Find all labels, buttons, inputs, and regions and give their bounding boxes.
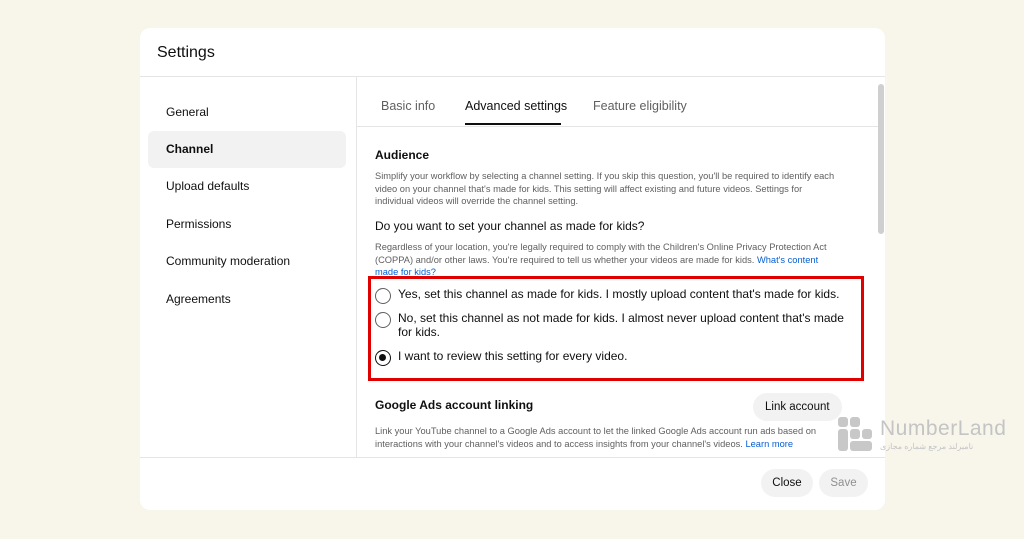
- google-ads-description: Link your YouTube channel to a Google Ad…: [375, 425, 840, 450]
- coppa-description: Regardless of your location, you're lega…: [375, 241, 840, 279]
- sidebar: General Channel Upload defaults Permissi…: [140, 77, 356, 457]
- watermark-brand: NumberLand: [880, 417, 1007, 440]
- sidebar-item-community-moderation[interactable]: Community moderation: [148, 243, 346, 280]
- dialog-title: Settings: [157, 44, 215, 61]
- learn-more-link[interactable]: Learn more: [745, 439, 793, 449]
- sidebar-item-upload-defaults[interactable]: Upload defaults: [148, 168, 346, 205]
- watermark-tagline: نامبرلند مرجع شماره مجازی: [880, 442, 974, 451]
- footer-divider: [140, 457, 885, 458]
- radio-label: Yes, set this channel as made for kids. …: [398, 287, 840, 301]
- sidebar-item-general[interactable]: General: [148, 94, 346, 131]
- sidebar-item-agreements[interactable]: Agreements: [148, 281, 346, 318]
- radio-option-yes[interactable]: Yes, set this channel as made for kids. …: [375, 287, 855, 304]
- tab-bar: Basic info Advanced settings Feature eli…: [357, 77, 881, 127]
- audience-title: Audience: [375, 148, 430, 162]
- sidebar-divider: [356, 77, 357, 457]
- audience-description: Simplify your workflow by selecting a ch…: [375, 171, 835, 207]
- active-tab-indicator: [465, 123, 561, 125]
- sidebar-item-channel[interactable]: Channel: [148, 131, 346, 168]
- radio-button-selected[interactable]: [375, 350, 391, 366]
- radio-option-review[interactable]: I want to review this setting for every …: [375, 349, 855, 366]
- radio-button[interactable]: [375, 288, 391, 304]
- radio-option-no[interactable]: No, set this channel as not made for kid…: [375, 311, 855, 339]
- numberland-logo-icon: [838, 417, 874, 453]
- sidebar-item-permissions[interactable]: Permissions: [148, 206, 346, 243]
- scrollbar[interactable]: [878, 84, 884, 234]
- numberland-watermark: NumberLand نامبرلند مرجع شماره مجازی: [838, 417, 1018, 457]
- tab-advanced-settings[interactable]: Advanced settings: [465, 99, 567, 113]
- radio-label: I want to review this setting for every …: [398, 349, 628, 363]
- made-for-kids-question: Do you want to set your channel as made …: [375, 219, 645, 233]
- radio-button[interactable]: [375, 312, 391, 328]
- settings-dialog: Settings General Channel Upload defaults…: [140, 28, 885, 510]
- radio-label: No, set this channel as not made for kid…: [398, 311, 844, 339]
- google-ads-title: Google Ads account linking: [375, 398, 534, 412]
- link-account-button[interactable]: Link account: [753, 393, 842, 421]
- save-button[interactable]: Save: [819, 469, 868, 497]
- tab-basic-info[interactable]: Basic info: [381, 99, 435, 113]
- tab-feature-eligibility[interactable]: Feature eligibility: [593, 99, 687, 113]
- close-button[interactable]: Close: [761, 469, 813, 497]
